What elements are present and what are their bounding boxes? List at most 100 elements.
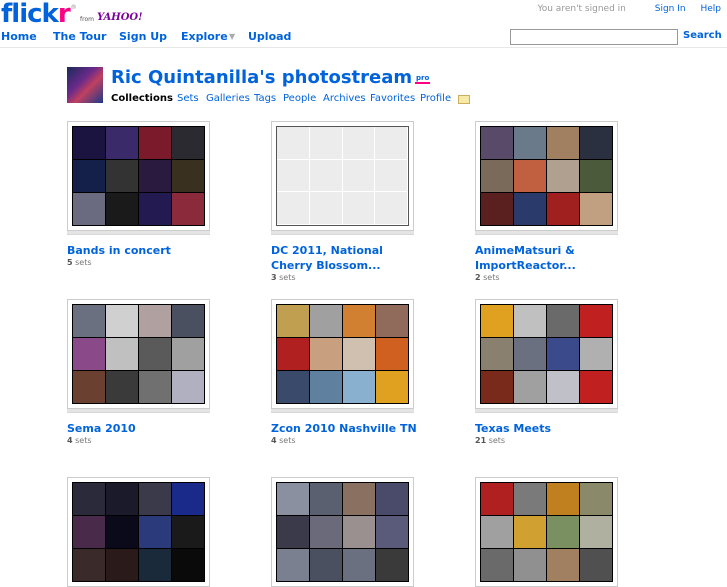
mosaic-photo (547, 483, 579, 515)
sign-in-link[interactable]: Sign In (655, 4, 686, 14)
mosaic-photo (376, 549, 408, 581)
nav-upload[interactable]: Upload (248, 30, 291, 43)
mosaic-photo (580, 483, 612, 515)
mosaic-photo (376, 338, 408, 370)
envelope-icon[interactable] (458, 95, 470, 104)
collection-title-line: DC 2011, National (271, 244, 383, 257)
collection-title-line: ImportReactor... (475, 259, 576, 272)
mosaic-photo (514, 483, 546, 515)
collection-title-line: Texas Meets (475, 422, 552, 435)
set-count-number: 4 (271, 436, 277, 445)
set-count-unit: sets (279, 436, 296, 445)
subnav-tags[interactable]: Tags (254, 93, 276, 104)
mosaic-photo (172, 305, 204, 337)
subnav-archives[interactable]: Archives (323, 93, 366, 104)
set-count-number: 21 (475, 436, 487, 445)
collection-thumbnail[interactable] (475, 299, 618, 409)
collection-title[interactable]: AnimeMatsuri & ImportReactor... (475, 243, 655, 273)
mosaic-photo (343, 338, 375, 370)
mosaic-photo (139, 483, 171, 515)
avatar[interactable] (67, 67, 103, 103)
collection-thumbnail[interactable] (67, 477, 210, 587)
pro-badge[interactable]: pro (415, 74, 431, 84)
mosaic-photo (514, 160, 546, 192)
mosaic-photo (375, 192, 408, 225)
mosaic-photo (172, 193, 204, 225)
mosaic-photo (310, 305, 342, 337)
explore-caret-icon[interactable]: ▼ (229, 32, 235, 41)
mosaic-photo (547, 127, 579, 159)
collection-thumbnail[interactable] (67, 121, 210, 231)
subnav-favorites[interactable]: Favorites (370, 93, 415, 104)
help-link[interactable]: Help (700, 4, 721, 14)
mosaic-photo (580, 160, 612, 192)
mosaic-photo (73, 549, 105, 581)
header-divider (0, 47, 727, 48)
collection-title[interactable]: Sema 2010 (67, 421, 247, 436)
collection-title-line: AnimeMatsuri & (475, 244, 575, 257)
subnav-profile[interactable]: Profile (420, 93, 451, 104)
mosaic-photo (481, 160, 513, 192)
mosaic-photo (481, 127, 513, 159)
flickr-logo[interactable]: flickr® from YAHOO! (1, 0, 143, 28)
thumbnail-mosaic (480, 482, 613, 582)
subnav-people[interactable]: People (283, 93, 316, 104)
nav-the-tour[interactable]: The Tour (53, 30, 106, 43)
thumbnail-mosaic (72, 304, 205, 404)
mosaic-photo (106, 338, 138, 370)
mosaic-photo (310, 516, 342, 548)
collection-set-count: 2 sets (475, 273, 500, 282)
mosaic-photo (547, 549, 579, 581)
collection-title[interactable]: Texas Meets (475, 421, 655, 436)
collection-thumbnail[interactable] (271, 121, 414, 231)
mosaic-photo (343, 305, 375, 337)
mosaic-photo (481, 549, 513, 581)
mosaic-photo (172, 549, 204, 581)
mosaic-photo (514, 516, 546, 548)
mosaic-photo (73, 483, 105, 515)
mosaic-photo (342, 127, 376, 160)
logo-registered: ® (70, 4, 77, 11)
mosaic-photo (375, 127, 408, 160)
collection-title[interactable]: Zcon 2010 Nashville TN (271, 421, 451, 436)
page-title[interactable]: Ric Quintanilla's photostream (111, 67, 412, 88)
mosaic-photo (376, 371, 408, 403)
mosaic-photo (481, 193, 513, 225)
nav-sign-up[interactable]: Sign Up (119, 30, 167, 43)
subnav-galleries[interactable]: Galleries (206, 93, 250, 104)
collection-title-line: Bands in concert (67, 244, 171, 257)
mosaic-photo (547, 160, 579, 192)
nav-home[interactable]: Home (1, 30, 37, 43)
collection-title-line: Cherry Blossom... (271, 259, 381, 272)
collection-thumbnail[interactable] (475, 477, 618, 587)
collection-title[interactable]: Bands in concert (67, 243, 247, 258)
mosaic-photo (172, 483, 204, 515)
mosaic-photo (343, 371, 375, 403)
mosaic-photo (139, 160, 171, 192)
mosaic-photo (580, 305, 612, 337)
subnav-sets[interactable]: Sets (177, 93, 199, 104)
mosaic-photo (481, 483, 513, 515)
nav-explore[interactable]: Explore (181, 30, 228, 43)
mosaic-photo (376, 483, 408, 515)
set-count-number: 4 (67, 436, 73, 445)
mosaic-photo (514, 305, 546, 337)
collection-title[interactable]: DC 2011, National Cherry Blossom... (271, 243, 451, 273)
collection-thumbnail[interactable] (271, 477, 414, 587)
mosaic-photo (514, 193, 546, 225)
collection-thumbnail[interactable] (475, 121, 618, 231)
collection-thumbnail[interactable] (271, 299, 414, 409)
collection-thumbnail[interactable] (67, 299, 210, 409)
thumbnail-mosaic (72, 482, 205, 582)
mosaic-photo (580, 193, 612, 225)
mosaic-photo (172, 338, 204, 370)
search-button[interactable]: Search (683, 30, 722, 41)
mosaic-photo (139, 193, 171, 225)
mosaic-photo (277, 127, 310, 160)
mosaic-photo (580, 338, 612, 370)
search-input[interactable] (510, 29, 678, 45)
mosaic-photo (106, 160, 138, 192)
mosaic-photo (172, 516, 204, 548)
mosaic-photo (139, 516, 171, 548)
mosaic-photo (73, 305, 105, 337)
